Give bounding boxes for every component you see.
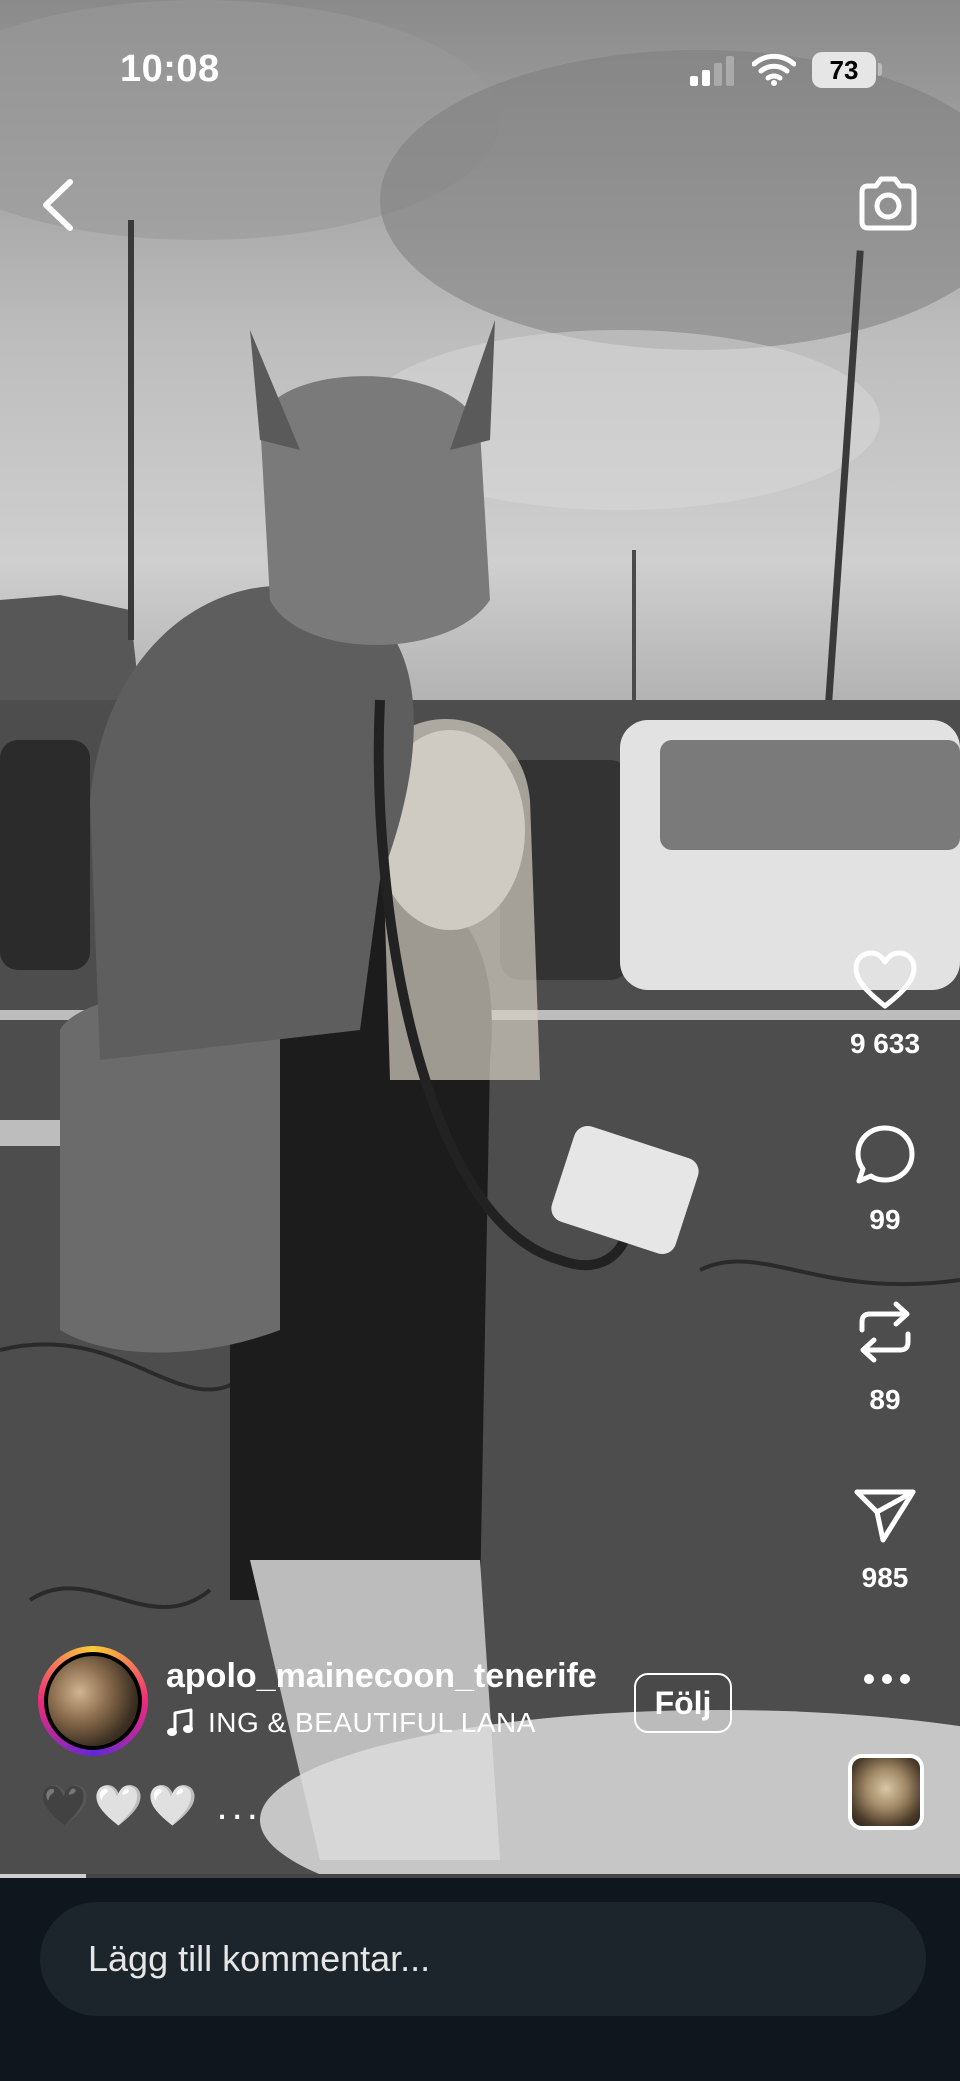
audio-title: ING & BEAUTIFUL LANA xyxy=(208,1707,536,1738)
battery-cap xyxy=(878,63,882,76)
music-note-icon xyxy=(167,1708,193,1736)
video-frame-illustration xyxy=(0,0,960,1874)
repost-action[interactable]: 89 xyxy=(830,1298,940,1416)
comment-input[interactable] xyxy=(40,1902,926,2016)
camera-icon xyxy=(859,176,917,231)
author-username[interactable]: apolo_mainecoon_tenerife xyxy=(166,1657,597,1696)
share-action[interactable]: 985 xyxy=(830,1486,940,1594)
reel-video[interactable] xyxy=(0,0,960,1874)
status-bar: 10:08 73 xyxy=(0,0,960,140)
author-avatar[interactable] xyxy=(38,1646,148,1756)
back-button[interactable] xyxy=(36,176,82,234)
share-count: 985 xyxy=(861,1562,909,1593)
battery-level: 73 xyxy=(829,55,859,85)
battery-indicator: 73 xyxy=(812,52,876,88)
repost-icon xyxy=(859,1301,911,1363)
like-action[interactable]: 9 633 xyxy=(830,950,940,1060)
follow-button[interactable]: Följ xyxy=(634,1673,732,1733)
speech-bubble-icon xyxy=(855,1125,915,1184)
repost-count: 89 xyxy=(869,1384,901,1415)
status-time: 10:08 xyxy=(120,48,220,90)
chevron-left-icon xyxy=(43,179,73,231)
camera-button[interactable] xyxy=(856,174,920,234)
comment-bar xyxy=(0,1878,960,2081)
wifi-icon xyxy=(752,53,796,86)
like-count: 9 633 xyxy=(849,1028,921,1059)
audio-thumbnail[interactable] xyxy=(848,1754,924,1830)
cellular-signal-icon xyxy=(690,56,734,86)
post-caption[interactable]: 🖤🤍🤍 ... xyxy=(40,1782,262,1829)
more-options-button[interactable] xyxy=(862,1664,912,1694)
heart-icon xyxy=(853,950,917,1009)
paper-plane-icon xyxy=(854,1489,916,1543)
comment-action[interactable]: 99 xyxy=(830,1124,940,1236)
comment-count: 99 xyxy=(869,1204,901,1235)
avatar-image xyxy=(44,1652,142,1750)
ellipsis-icon xyxy=(864,1674,910,1684)
audio-track[interactable]: ING & BEAUTIFUL LANA xyxy=(166,1707,536,1739)
